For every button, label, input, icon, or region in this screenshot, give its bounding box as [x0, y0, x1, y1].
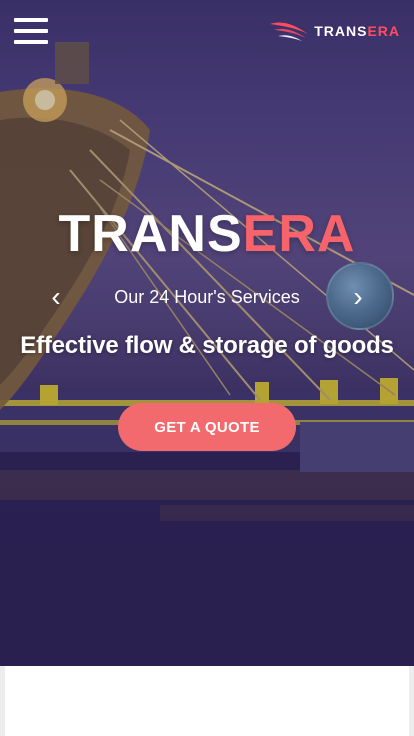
logo-text-main: TRANS [314, 23, 368, 39]
hero-tagline: Effective flow & storage of goods [20, 332, 394, 359]
top-navigation-bar: TRANSERA [0, 0, 414, 64]
content-card [5, 666, 409, 736]
hamburger-menu-icon[interactable] [14, 18, 48, 44]
site-logo[interactable]: TRANSERA [268, 18, 400, 44]
get-a-quote-button[interactable]: GET A QUOTE [118, 403, 296, 451]
hero-brand-title: TRANSERA [0, 204, 414, 264]
menu-line [14, 40, 48, 44]
logo-wordmark: TRANSERA [314, 23, 400, 39]
menu-line [14, 18, 48, 22]
brand-text-main: TRANS [58, 205, 243, 263]
hero-slider: TRANSERA ‹ › TRANSERA Our 24 Hour's Serv… [0, 0, 414, 666]
logo-text-accent: ERA [367, 23, 400, 39]
menu-line [14, 29, 48, 33]
brand-text-accent: ERA [242, 205, 356, 263]
content-section [0, 666, 414, 736]
swoosh-logo-icon [270, 22, 309, 41]
hero-services-subtitle: Our 24 Hour's Services [114, 287, 300, 307]
